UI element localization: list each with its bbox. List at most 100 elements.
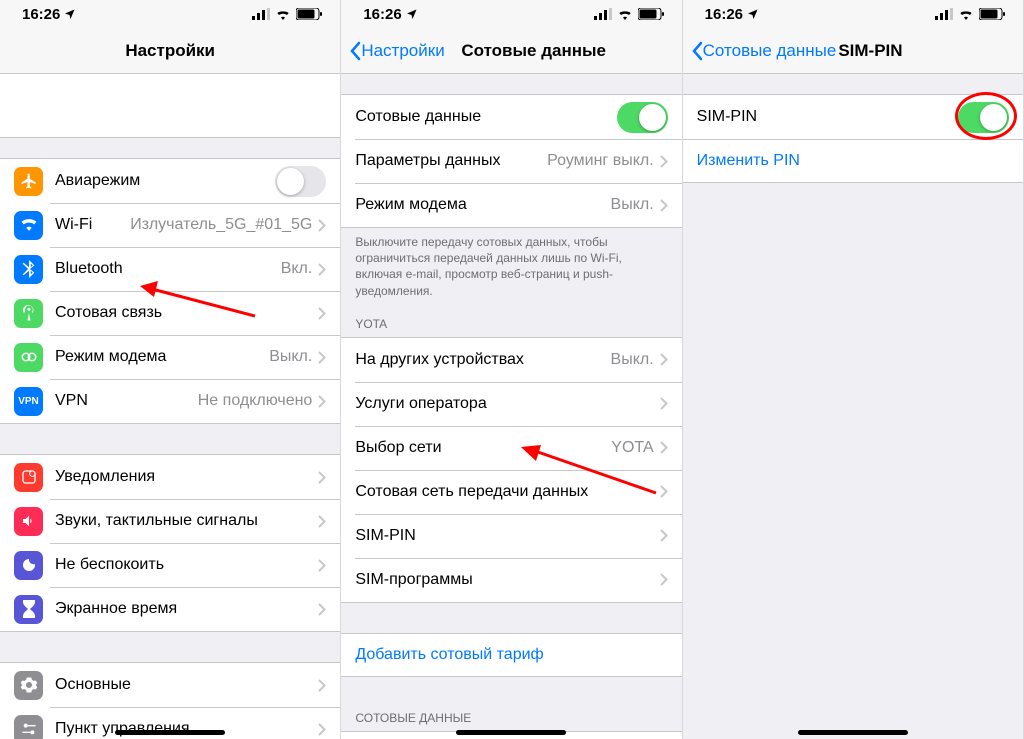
airplane-toggle[interactable] <box>275 166 326 197</box>
row-dnd[interactable]: Не беспокоить <box>0 543 340 587</box>
antenna-icon <box>14 299 43 328</box>
settings-pane: 16:26 Настройки Авиарежим <box>0 0 341 739</box>
location-icon <box>406 8 418 20</box>
row-label: Wi-Fi <box>55 216 130 234</box>
row-network-selection[interactable]: Выбор сети YOTA <box>341 426 681 470</box>
chevron-right-icon <box>318 723 326 736</box>
profile-block[interactable] <box>0 74 340 138</box>
row-value: Выкл. <box>611 196 654 214</box>
row-sim-apps[interactable]: SIM-программы <box>341 558 681 602</box>
chevron-right-icon <box>318 263 326 276</box>
row-cellular[interactable]: Сотовая связь <box>0 291 340 335</box>
chevron-right-icon <box>660 529 668 542</box>
row-wifi[interactable]: Wi-Fi Излучатель_5G_#01_5G <box>0 203 340 247</box>
row-sim-pin-toggle[interactable]: SIM-PIN <box>683 95 1023 139</box>
change-pin-link[interactable]: Изменить PIN <box>683 139 1023 183</box>
back-button[interactable]: Сотовые данные <box>691 41 837 61</box>
sim-pin-pane: 16:26 Сотовые данные SIM-PIN SIM-PIN Изм… <box>683 0 1024 739</box>
back-label: Настройки <box>361 41 444 61</box>
row-cellular-data[interactable]: Сотовые данные <box>341 95 681 139</box>
row-label: Не беспокоить <box>55 556 318 574</box>
row-label: Звуки, тактильные сигналы <box>55 512 318 530</box>
row-vpn[interactable]: VPN VPN Не подключено <box>0 379 340 423</box>
status-bar: 16:26 <box>341 0 681 28</box>
row-cellular-network[interactable]: Сотовая сеть передачи данных <box>341 470 681 514</box>
chevron-right-icon <box>660 441 668 454</box>
vpn-icon: VPN <box>14 387 43 416</box>
row-other-devices[interactable]: На других устройствах Выкл. <box>341 338 681 382</box>
cellular-pane: 16:26 Настройки Сотовые данные Сотовые д… <box>341 0 682 739</box>
sounds-icon <box>14 507 43 536</box>
add-plan-link[interactable]: Добавить сотовый тариф <box>341 633 681 677</box>
chevron-right-icon <box>660 353 668 366</box>
row-label: Режим модема <box>55 348 269 366</box>
row-notifications[interactable]: Уведомления <box>0 455 340 499</box>
bluetooth-icon <box>14 255 43 284</box>
section-header: YOTA <box>341 301 681 337</box>
home-indicator <box>798 730 908 735</box>
row-general[interactable]: Основные <box>0 663 340 707</box>
location-icon <box>64 8 76 20</box>
battery-icon <box>296 8 322 20</box>
chevron-left-icon <box>349 41 361 61</box>
chevron-right-icon <box>318 679 326 692</box>
nav-bar: Настройки Сотовые данные <box>341 28 681 74</box>
row-sounds[interactable]: Звуки, тактильные сигналы <box>0 499 340 543</box>
back-label: Сотовые данные <box>703 41 837 61</box>
chevron-right-icon <box>318 351 326 364</box>
chevron-right-icon <box>318 471 326 484</box>
chevron-right-icon <box>318 559 326 572</box>
row-value: Выкл. <box>611 351 654 369</box>
row-label: Уведомления <box>55 468 318 486</box>
moon-icon <box>14 551 43 580</box>
chevron-right-icon <box>318 515 326 528</box>
row-label: SIM-PIN <box>355 527 659 545</box>
hotspot-icon <box>14 343 43 372</box>
row-value: YOTA <box>611 439 653 457</box>
chevron-right-icon <box>318 307 326 320</box>
status-time: 16:26 <box>22 6 60 23</box>
wifi-icon <box>275 8 291 20</box>
row-value: Не подключено <box>198 392 313 410</box>
row-label: Bluetooth <box>55 260 281 278</box>
signal-icon <box>594 8 612 20</box>
row-screentime[interactable]: Экранное время <box>0 587 340 631</box>
signal-icon <box>935 8 953 20</box>
chevron-right-icon <box>318 603 326 616</box>
row-label: Выбор сети <box>355 439 611 457</box>
status-bar: 16:26 <box>0 0 340 28</box>
airplane-icon <box>14 167 43 196</box>
chevron-right-icon <box>318 395 326 408</box>
row-sim-pin[interactable]: SIM-PIN <box>341 514 681 558</box>
battery-icon <box>638 8 664 20</box>
wifi-icon <box>958 8 974 20</box>
row-bluetooth[interactable]: Bluetooth Вкл. <box>0 247 340 291</box>
status-bar: 16:26 <box>683 0 1023 28</box>
back-button[interactable]: Настройки <box>349 41 444 61</box>
chevron-right-icon <box>660 485 668 498</box>
footer-text: Выключите передачу сотовых данных, чтобы… <box>341 228 681 301</box>
cellular-data-toggle[interactable] <box>617 102 668 133</box>
nav-title: Настройки <box>0 41 340 61</box>
row-label: Параметры данных <box>355 152 547 170</box>
signal-icon <box>252 8 270 20</box>
sim-pin-toggle[interactable] <box>958 102 1009 133</box>
row-airplane[interactable]: Авиарежим <box>0 159 340 203</box>
home-indicator <box>115 730 225 735</box>
row-label: Основные <box>55 676 318 694</box>
row-label: Пункт управления <box>55 720 318 738</box>
chevron-right-icon <box>318 219 326 232</box>
row-label: Сотовые данные <box>355 108 616 126</box>
row-value: Вкл. <box>281 260 313 278</box>
nav-bar: Настройки <box>0 28 340 74</box>
row-label: Сотовая связь <box>55 304 318 322</box>
row-data-options[interactable]: Параметры данных Роуминг выкл. <box>341 139 681 183</box>
row-label: Авиарежим <box>55 172 275 190</box>
row-label: Режим модема <box>355 196 610 214</box>
gear-icon <box>14 671 43 700</box>
row-hotspot[interactable]: Режим модема Выкл. <box>0 335 340 379</box>
row-label: На других устройствах <box>355 351 610 369</box>
row-label: VPN <box>55 392 198 410</box>
row-carrier-services[interactable]: Услуги оператора <box>341 382 681 426</box>
row-hotspot[interactable]: Режим модема Выкл. <box>341 183 681 227</box>
